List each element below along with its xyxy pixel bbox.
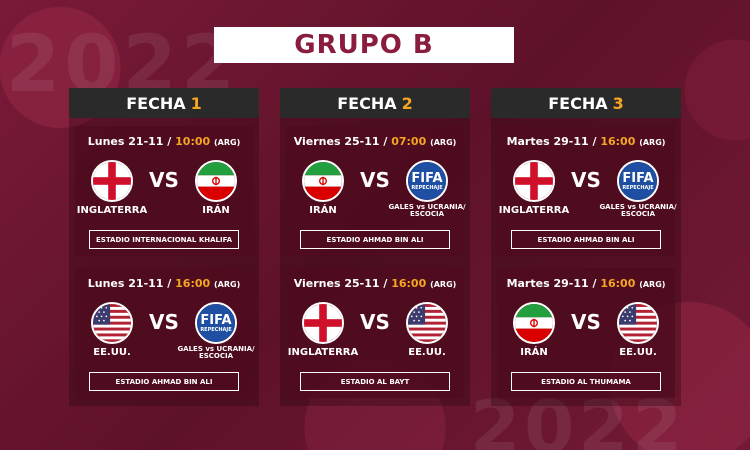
fecha-column-1: FECHA 1 Lunes 21-11 / 10:00 (ARG) VS INGLAT…	[69, 88, 259, 406]
fecha-header: FECHA 3	[491, 88, 681, 118]
match-card: Lunes 21-11 / 10:00 (ARG) VS INGLATERRA IRÁ…	[75, 126, 253, 256]
match-day: Viernes 25-11 /	[293, 135, 388, 148]
stadium-name: ESTADIO AHMAD BIN ALI	[300, 230, 450, 249]
versus-label: VS	[360, 168, 390, 192]
home-team-name: INGLATERRA	[76, 205, 148, 216]
away-team-name: GALES vs UCRANIA/ ESCOCIA	[388, 203, 466, 219]
stadium-name: ESTADIO AHMAD BIN ALI	[511, 230, 661, 249]
home-team-name: EE.UU.	[93, 347, 131, 358]
home-team-name: IRÁN	[309, 205, 337, 216]
match-time: 10:00	[175, 135, 211, 148]
away-team-name: EE.UU.	[619, 347, 657, 358]
match-card: Viernes 25-11 / 07:00 (ARG) FIFA REPECHAJE…	[286, 126, 466, 256]
group-title-banner: GRUPO B	[214, 27, 514, 63]
match-date: Martes 29-11 / 16:00 (ARG)	[497, 277, 675, 290]
match-date: Viernes 25-11 / 07:00 (ARG)	[286, 135, 464, 148]
stadium-name: ESTADIO AHMAD BIN ALI	[89, 372, 239, 391]
match-day: Lunes 21-11 /	[87, 277, 172, 290]
stadium-name: ESTADIO AL BAYT	[300, 372, 450, 391]
match-card: Viernes 25-11 / 16:00 (ARG) VS INGLATERRA E…	[286, 268, 464, 398]
match-date: Martes 29-11 / 16:00 (ARG)	[497, 135, 675, 148]
versus-label: VS	[149, 310, 179, 334]
match-date: Lunes 21-11 / 16:00 (ARG)	[75, 277, 253, 290]
away-team-name: GALES vs UCRANIA/ ESCOCIA	[177, 345, 255, 361]
match-timezone: (ARG)	[214, 138, 241, 147]
stadium-name: ESTADIO AL THUMAMA	[511, 372, 661, 391]
versus-label: VS	[571, 168, 601, 192]
match-timezone: (ARG)	[214, 280, 241, 289]
match-time: 07:00	[391, 135, 427, 148]
match-time: 16:00	[391, 277, 427, 290]
home-team-name: INGLATERRA	[287, 347, 359, 358]
match-date: Lunes 21-11 / 10:00 (ARG)	[75, 135, 253, 148]
match-card: Martes 29-11 / 16:00 (ARG) FIFA REPECHAJE V…	[497, 126, 677, 256]
versus-label: VS	[571, 310, 601, 334]
fecha-column-3: FECHA 3 Martes 29-11 / 16:00 (ARG) FIFA REP…	[491, 88, 681, 406]
versus-label: VS	[149, 168, 179, 192]
home-team-name: IRÁN	[520, 347, 548, 358]
match-timezone: (ARG)	[430, 280, 457, 289]
fecha-header: FECHA 2	[280, 88, 470, 118]
match-card: Martes 29-11 / 16:00 (ARG) VS IRÁN EE.UU. ES…	[497, 268, 675, 398]
match-timezone: (ARG)	[639, 138, 666, 147]
fecha-column-2: FECHA 2 Viernes 25-11 / 07:00 (ARG) FIFA RE…	[280, 88, 470, 406]
match-timezone: (ARG)	[639, 280, 666, 289]
match-time: 16:00	[600, 277, 636, 290]
home-team-name: INGLATERRA	[498, 205, 570, 216]
fecha-header: FECHA 1	[69, 88, 259, 118]
match-card: Lunes 21-11 / 16:00 (ARG) FIFA REPECHAJE VS…	[75, 268, 255, 398]
versus-label: VS	[360, 310, 390, 334]
match-day: Viernes 25-11 /	[293, 277, 388, 290]
group-title: GRUPO B	[294, 30, 434, 60]
match-day: Martes 29-11 /	[506, 135, 597, 148]
match-day: Martes 29-11 /	[506, 277, 597, 290]
stadium-name: ESTADIO INTERNACIONAL KHALIFA	[89, 230, 239, 249]
away-team-name: GALES vs UCRANIA/ ESCOCIA	[599, 203, 677, 219]
away-team-name: EE.UU.	[408, 347, 446, 358]
away-team-name: IRÁN	[202, 205, 230, 216]
match-timezone: (ARG)	[430, 138, 457, 147]
match-time: 16:00	[175, 277, 211, 290]
match-time: 16:00	[600, 135, 636, 148]
match-day: Lunes 21-11 /	[87, 135, 172, 148]
match-date: Viernes 25-11 / 16:00 (ARG)	[286, 277, 464, 290]
